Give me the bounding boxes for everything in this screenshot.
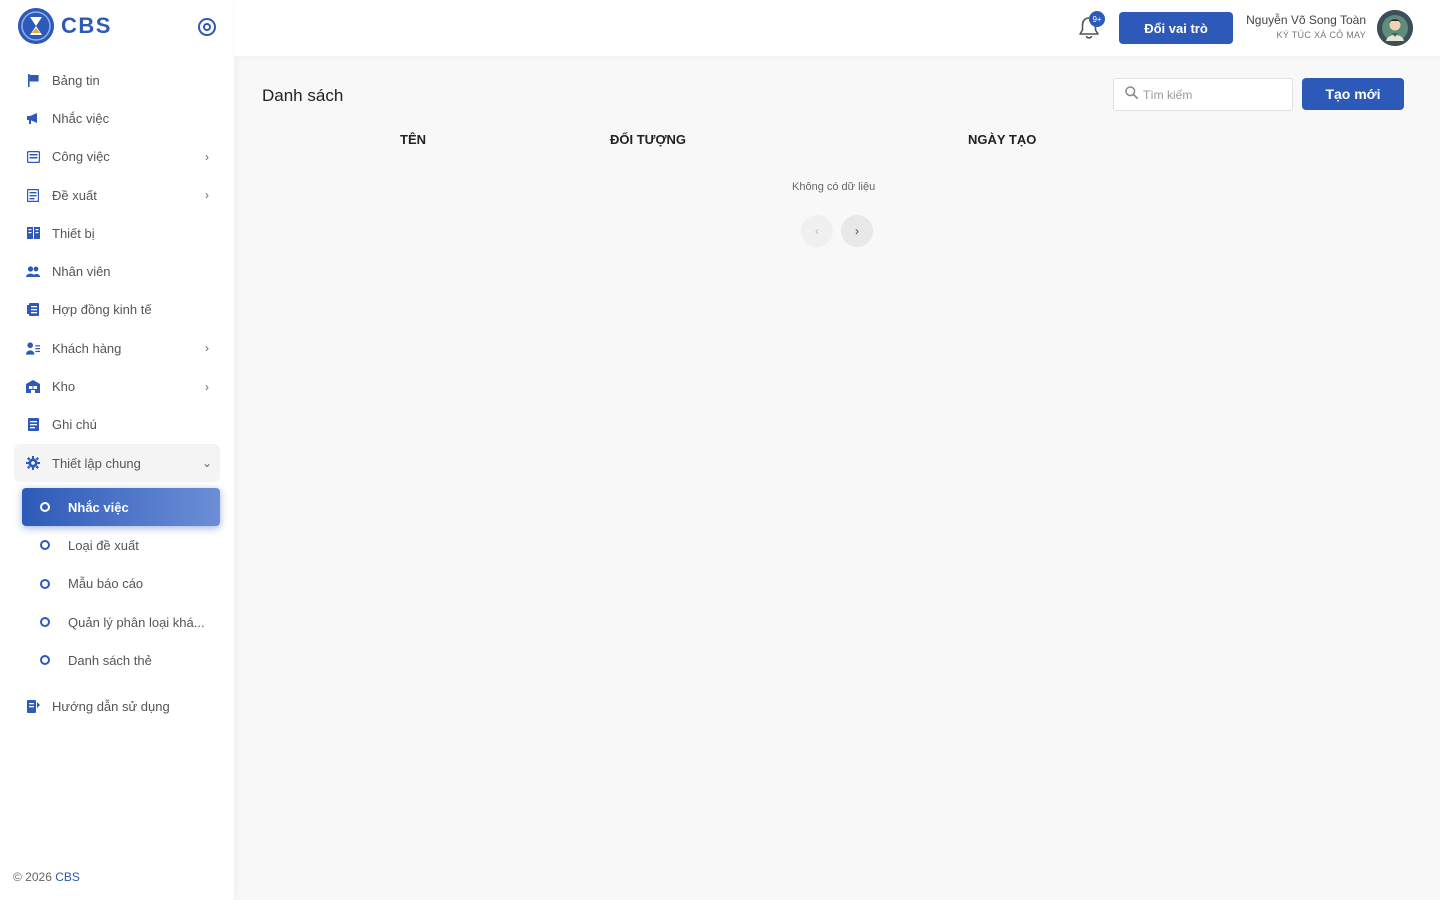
sidebar-item-nhac-viec[interactable]: Nhắc việc: [14, 99, 220, 137]
sidebar: CBS Bảng tin Nhắc việc Công việc › Đề xu…: [0, 0, 234, 900]
sidebar-item-label: Khách hàng: [52, 340, 122, 356]
submenu-item-danh-sach-the[interactable]: Danh sách thẻ: [14, 641, 220, 679]
column-header-doi-tuong[interactable]: ĐỐI TƯỢNG: [610, 132, 686, 147]
sidebar-item-label: Đề xuất: [52, 187, 97, 203]
circle-bullet-icon: [40, 617, 50, 627]
sidebar-item-label: Nhân viên: [52, 264, 111, 280]
sidebar-footer: © 2026 CBS: [13, 870, 80, 884]
submenu-item-label: Quản lý phân loại khá...: [68, 614, 205, 630]
sidebar-item-label: Công việc: [52, 149, 110, 165]
settings-submenu: Nhắc việc Loại đề xuất Mẫu báo cáo Quản …: [14, 488, 220, 679]
circle-bullet-icon: [40, 540, 50, 551]
top-header: 9+ Đổi vai trò Nguyễn Võ Song Toàn KÝ TÚ…: [234, 0, 1440, 56]
chevron-left-icon: ‹: [815, 224, 819, 238]
chevron-right-icon: ›: [205, 341, 209, 356]
chevron-right-icon: ›: [855, 224, 859, 238]
brand[interactable]: CBS: [18, 8, 112, 44]
copyright-text: © 2026: [13, 870, 52, 884]
page-title: Danh sách: [262, 86, 344, 105]
sidebar-item-label: Bảng tin: [52, 72, 100, 88]
user-info[interactable]: Nguyễn Võ Song Toàn KÝ TÚC XÁ CỎ MAY: [1246, 13, 1366, 40]
sidebar-item-hop-dong-kinh-te[interactable]: Hợp đồng kinh tế: [14, 291, 220, 329]
pagination-prev-button[interactable]: ‹: [801, 215, 833, 247]
circle-bullet-icon: [40, 655, 50, 666]
note-icon: [26, 418, 40, 432]
gear-icon: [26, 456, 40, 471]
submenu-item-label: Mẫu báo cáo: [68, 576, 144, 592]
sidebar-item-khach-hang[interactable]: Khách hàng ›: [14, 329, 220, 367]
sidebar-item-nhan-vien[interactable]: Nhân viên: [14, 252, 220, 290]
switch-role-button[interactable]: Đổi vai trò: [1119, 12, 1233, 44]
sidebar-item-label: Thiết bị: [52, 225, 95, 241]
brand-logo-icon: [18, 8, 54, 44]
column-header-ten[interactable]: TÊN: [400, 132, 426, 147]
column-header-ngay-tao[interactable]: NGÀY TẠO: [968, 132, 1036, 147]
create-new-button[interactable]: Tạo mới: [1302, 78, 1404, 110]
submenu-item-loai-de-xuat[interactable]: Loại đề xuất: [14, 526, 220, 564]
sidebar-item-huong-dan-su-dung[interactable]: Hướng dẫn sử dụng: [14, 687, 220, 725]
chevron-right-icon: ›: [205, 379, 209, 394]
chevron-down-icon: ⌄: [201, 456, 213, 471]
circle-bullet-icon: [40, 578, 50, 589]
tasks-icon: [26, 150, 40, 164]
submenu-item-label: Loại đề xuất: [68, 537, 139, 553]
sidebar-item-label: Ghi chú: [52, 417, 97, 433]
brand-name: CBS: [61, 13, 112, 38]
customer-icon: [26, 341, 40, 355]
pagination-next-button[interactable]: ›: [841, 215, 873, 247]
sidebar-item-label: Nhắc việc: [52, 110, 110, 126]
submenu-item-nhac-viec[interactable]: Nhắc việc: [22, 488, 220, 527]
sidebar-item-kho[interactable]: Kho ›: [14, 367, 220, 405]
users-icon: [26, 265, 40, 279]
search-icon: [1125, 85, 1139, 104]
submenu-item-quan-ly-phan-loai[interactable]: Quản lý phân loại khá...: [14, 603, 220, 641]
warehouse-icon: [26, 380, 40, 394]
notification-badge: 9+: [1089, 11, 1105, 27]
guide-icon: [26, 700, 40, 714]
sidebar-item-ghi-chu[interactable]: Ghi chú: [14, 406, 220, 444]
avatar[interactable]: [1377, 10, 1413, 46]
sidebar-item-thiet-lap-chung[interactable]: Thiết lập chung ⌄: [14, 443, 220, 483]
sidebar-item-label: Kho: [52, 379, 76, 395]
chevron-right-icon: ›: [205, 149, 209, 164]
user-org: KÝ TÚC XÁ CỎ MAY: [1276, 30, 1366, 40]
submenu-item-mau-bao-cao[interactable]: Mẫu báo cáo: [14, 565, 220, 603]
footer-brand-link[interactable]: CBS: [55, 870, 80, 884]
submenu-item-label: Danh sách thẻ: [68, 652, 152, 668]
chevron-right-icon: ›: [205, 188, 209, 203]
circle-bullet-icon: [40, 502, 50, 513]
sidebar-item-thiet-bi[interactable]: Thiết bị: [14, 214, 220, 252]
search-box[interactable]: [1113, 78, 1293, 111]
device-icon: [26, 226, 40, 240]
submenu-item-label: Nhắc việc: [68, 499, 129, 515]
sidebar-item-cong-viec[interactable]: Công việc ›: [14, 138, 220, 176]
sidebar-item-bang-tin[interactable]: Bảng tin: [14, 61, 220, 99]
contract-icon: [26, 303, 40, 317]
sidebar-item-label: Thiết lập chung: [52, 455, 141, 471]
sidebar-item-label: Hướng dẫn sử dụng: [52, 699, 170, 715]
flag-icon: [26, 73, 40, 87]
sidebar-item-label: Hợp đồng kinh tế: [52, 302, 152, 318]
sidebar-nav: Bảng tin Nhắc việc Công việc › Đề xuất ›: [14, 61, 220, 726]
megaphone-icon: [26, 111, 40, 125]
user-name: Nguyễn Võ Song Toàn: [1246, 13, 1366, 27]
proposal-icon: [26, 188, 40, 202]
sidebar-item-de-xuat[interactable]: Đề xuất ›: [14, 176, 220, 214]
sidebar-collapse-toggle-icon[interactable]: [198, 18, 216, 36]
empty-state-text: Không có dữ liệu: [792, 181, 876, 193]
search-input[interactable]: [1143, 87, 1283, 102]
